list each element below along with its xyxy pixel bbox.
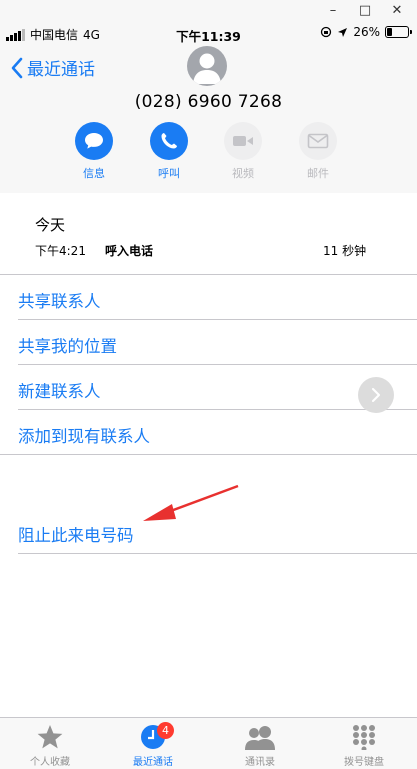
divider bbox=[18, 364, 417, 365]
person-icon bbox=[193, 53, 221, 84]
tab-bar: 个人收藏 4 最近通话 通讯录 拨号键盘 bbox=[0, 717, 417, 769]
share-location-option[interactable]: 共享我的位置 bbox=[18, 333, 117, 357]
phone-icon bbox=[161, 133, 177, 149]
call-action[interactable]: 呼叫 bbox=[139, 122, 199, 181]
maximize-button[interactable]: □ bbox=[352, 2, 378, 20]
contacts-icon bbox=[245, 726, 275, 750]
tab-contacts[interactable]: 通讯录 bbox=[220, 722, 300, 768]
status-bar: 中国电信 4G 下午11:39 26% bbox=[0, 22, 417, 46]
chevron-right-icon bbox=[372, 388, 380, 402]
tab-label: 拨号键盘 bbox=[344, 757, 384, 768]
battery-icon bbox=[385, 26, 412, 38]
chevron-left-icon bbox=[11, 57, 23, 78]
mail-label: 邮件 bbox=[307, 167, 329, 180]
tab-label: 通讯录 bbox=[245, 757, 275, 768]
assistive-touch-button[interactable] bbox=[358, 377, 394, 413]
message-icon bbox=[85, 133, 103, 149]
location-icon bbox=[338, 27, 348, 37]
recents-badge: 4 bbox=[157, 722, 174, 739]
minimize-button[interactable]: – bbox=[320, 2, 346, 20]
divider bbox=[0, 454, 417, 455]
phone-number: (028) 6960 7268 bbox=[134, 92, 283, 112]
divider bbox=[18, 409, 417, 410]
mail-action: 邮件 bbox=[288, 122, 348, 181]
message-label: 信息 bbox=[83, 167, 105, 180]
contact-header: 最近通话 (028) 6960 7268 信息 呼叫 视频 邮件 bbox=[0, 46, 417, 193]
keypad-icon bbox=[353, 725, 375, 750]
call-duration: 11 秒钟 bbox=[323, 244, 367, 258]
back-label: 最近通话 bbox=[27, 60, 95, 80]
divider bbox=[0, 274, 417, 275]
video-action: 视频 bbox=[213, 122, 273, 181]
video-label: 视频 bbox=[232, 167, 254, 180]
window-title-bar: – □ ✕ bbox=[0, 0, 417, 22]
add-to-contact-option[interactable]: 添加到现有联系人 bbox=[18, 423, 150, 447]
avatar bbox=[187, 46, 227, 86]
call-type: 呼入电话 bbox=[105, 244, 154, 258]
call-label: 呼叫 bbox=[158, 167, 180, 180]
divider bbox=[18, 553, 417, 554]
block-caller-option[interactable]: 阻止此来电号码 bbox=[18, 522, 134, 546]
call-day: 今天 bbox=[35, 216, 66, 234]
mail-icon bbox=[307, 133, 329, 149]
tab-recents[interactable]: 4 最近通话 bbox=[113, 722, 193, 768]
star-icon bbox=[37, 725, 63, 749]
share-contact-option[interactable]: 共享联系人 bbox=[18, 288, 101, 312]
tab-favorites[interactable]: 个人收藏 bbox=[10, 722, 90, 768]
tab-label: 个人收藏 bbox=[30, 757, 70, 768]
create-contact-option[interactable]: 新建联系人 bbox=[18, 378, 101, 402]
orientation-lock-icon bbox=[321, 26, 332, 38]
back-button[interactable]: 最近通话 bbox=[10, 55, 95, 80]
close-button[interactable]: ✕ bbox=[384, 2, 410, 20]
tab-keypad[interactable]: 拨号键盘 bbox=[324, 722, 404, 768]
battery-percent: 26% bbox=[353, 25, 380, 39]
video-icon bbox=[233, 136, 253, 146]
divider bbox=[18, 319, 417, 320]
call-time: 下午4:21 bbox=[35, 244, 86, 258]
tab-label: 最近通话 bbox=[133, 757, 173, 768]
message-action[interactable]: 信息 bbox=[64, 122, 124, 181]
